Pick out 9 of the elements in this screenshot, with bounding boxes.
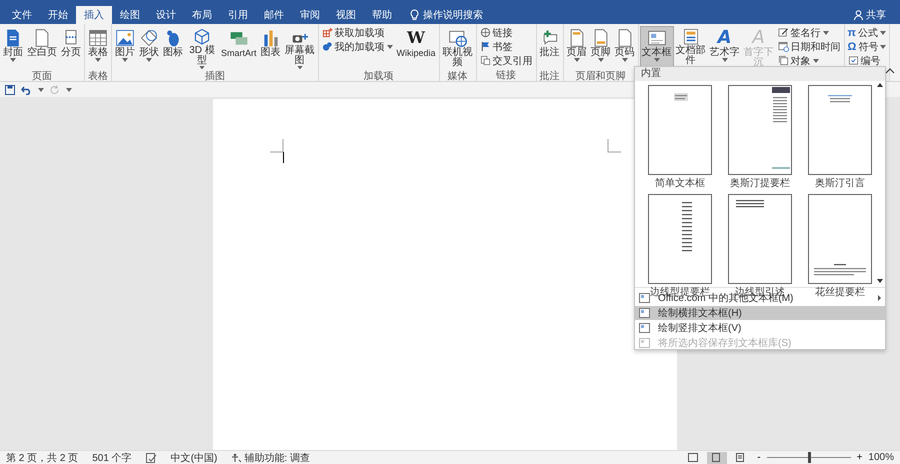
group-label: 插图 — [204, 71, 226, 82]
group-label: 批注 — [538, 71, 561, 82]
group-label: 页面 — [31, 71, 53, 82]
group-label: 链接 — [495, 70, 518, 81]
group-label: 页眉和页脚 — [574, 71, 627, 82]
group-label: 媒体 — [446, 71, 469, 82]
group-label: 加载项 — [362, 71, 395, 82]
section-header: 内置 — [635, 67, 885, 81]
group-label: 表格 — [87, 71, 109, 82]
